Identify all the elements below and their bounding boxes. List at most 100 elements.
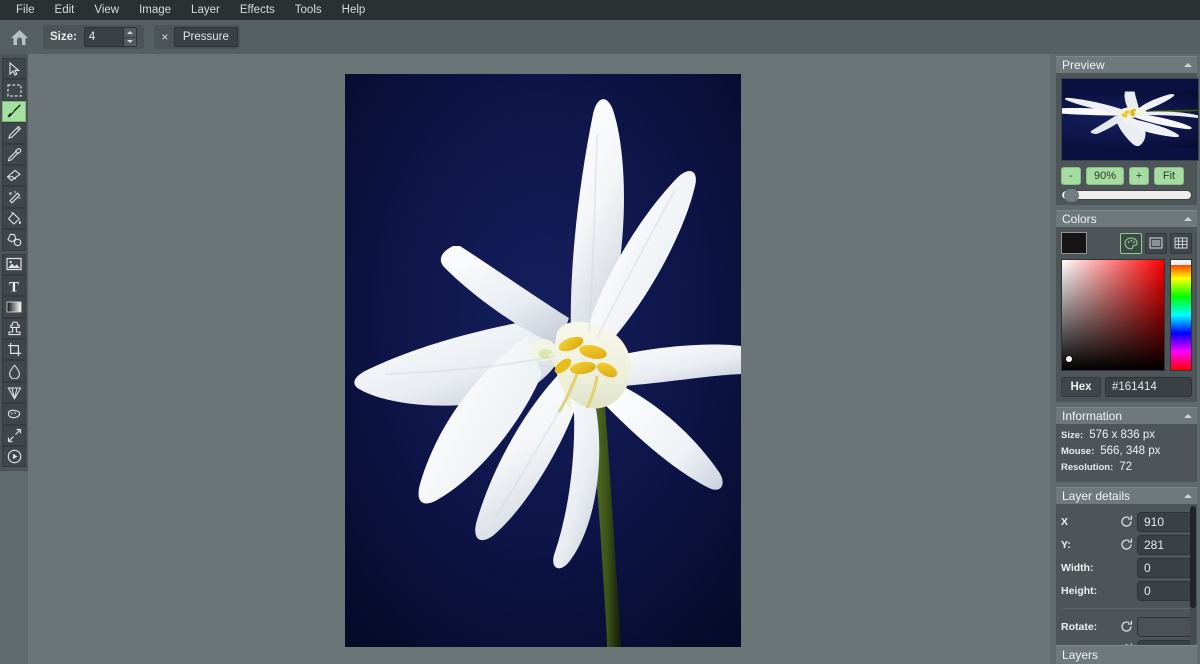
preview-thumbnail[interactable] bbox=[1061, 78, 1199, 161]
close-icon[interactable]: × bbox=[156, 27, 174, 47]
zoom-in-button[interactable]: + bbox=[1129, 167, 1149, 185]
hue-strip[interactable] bbox=[1170, 259, 1192, 371]
chevron-up-icon[interactable] bbox=[1184, 494, 1192, 498]
mouse-value: 566, 348 px bbox=[1100, 445, 1160, 457]
width-input[interactable]: 0 bbox=[1137, 558, 1192, 578]
menu-view[interactable]: View bbox=[84, 0, 129, 20]
menu-tools[interactable]: Tools bbox=[285, 0, 332, 20]
width-label: Width: bbox=[1061, 562, 1115, 574]
size-spinner[interactable] bbox=[123, 28, 136, 46]
blur-droplet-tool[interactable] bbox=[2, 360, 26, 381]
menu-help[interactable]: Help bbox=[332, 0, 376, 20]
record-tool[interactable] bbox=[2, 446, 26, 467]
menu-edit[interactable]: Edit bbox=[45, 0, 85, 20]
crop-icon bbox=[7, 342, 22, 357]
layers-panel-header[interactable]: Layers bbox=[1056, 645, 1197, 664]
gradient-tool[interactable] bbox=[2, 296, 26, 317]
sv-selector-handle[interactable] bbox=[1066, 356, 1072, 362]
size-input[interactable] bbox=[85, 28, 123, 46]
colors-panel-header[interactable]: Colors bbox=[1056, 210, 1197, 227]
layer-row-x: X 910 bbox=[1061, 510, 1192, 533]
paint-bucket-tool[interactable] bbox=[2, 208, 26, 229]
menu-layer[interactable]: Layer bbox=[181, 0, 230, 20]
size-increment-button[interactable] bbox=[124, 28, 136, 38]
information-panel-header[interactable]: Information bbox=[1056, 407, 1197, 424]
paintbrush-tool[interactable] bbox=[2, 101, 26, 122]
zoom-level-value[interactable]: 90% bbox=[1086, 167, 1124, 185]
preview-panel-body: - 90% + Fit bbox=[1056, 73, 1197, 205]
x-input[interactable]: 910 bbox=[1137, 512, 1192, 532]
resize-tool[interactable] bbox=[2, 425, 26, 446]
zoom-controls: - 90% + Fit bbox=[1061, 167, 1192, 185]
clone-stamp-tool[interactable] bbox=[2, 318, 26, 339]
sliders-mode-button[interactable] bbox=[1145, 233, 1167, 254]
layer-details-title: Layer details bbox=[1062, 489, 1130, 503]
chevron-up-icon[interactable] bbox=[1184, 414, 1192, 418]
zoom-slider[interactable] bbox=[1061, 190, 1192, 200]
gem-icon bbox=[7, 386, 22, 400]
menu-effects[interactable]: Effects bbox=[230, 0, 285, 20]
zoom-out-button[interactable]: - bbox=[1061, 167, 1081, 185]
pencil-tool[interactable] bbox=[2, 122, 26, 143]
preview-lily-photo bbox=[1062, 79, 1198, 160]
saturation-value-box[interactable] bbox=[1061, 259, 1165, 371]
size-decrement-button[interactable] bbox=[124, 38, 136, 47]
preview-panel-header[interactable]: Preview bbox=[1056, 56, 1197, 73]
information-title: Information bbox=[1062, 409, 1122, 423]
layer-details-panel-header[interactable]: Layer details bbox=[1056, 487, 1197, 504]
rectangle-select-tool[interactable] bbox=[2, 79, 26, 100]
height-input[interactable]: 0 bbox=[1137, 581, 1192, 601]
grid-mode-button[interactable] bbox=[1170, 233, 1192, 254]
menu-image[interactable]: Image bbox=[129, 0, 181, 20]
x-reset-button[interactable] bbox=[1115, 515, 1137, 528]
image-canvas[interactable] bbox=[345, 74, 741, 647]
chevron-up-icon[interactable] bbox=[1184, 63, 1192, 67]
magic-wand-tool[interactable] bbox=[2, 186, 26, 207]
rotate-reset-button[interactable] bbox=[1115, 620, 1137, 633]
play-circle-icon bbox=[7, 449, 22, 464]
layer-details-scrollbar-thumb[interactable] bbox=[1190, 506, 1196, 608]
magic-wand-icon bbox=[7, 190, 22, 205]
layer-details-body: X 910 Y: 281 Width: 0 bbox=[1056, 504, 1197, 664]
palette-mode-button[interactable] bbox=[1120, 233, 1142, 254]
information-panel-body: Size: 576 x 836 px Mouse: 566, 348 px Re… bbox=[1056, 424, 1197, 482]
canvas-area[interactable] bbox=[28, 54, 1050, 664]
hex-input[interactable]: #161414 bbox=[1105, 377, 1192, 397]
eraser-tool[interactable] bbox=[2, 165, 26, 186]
pressure-button[interactable]: Pressure bbox=[174, 27, 238, 47]
menu-file[interactable]: File bbox=[6, 0, 45, 20]
zoom-slider-handle[interactable] bbox=[1064, 189, 1079, 202]
crop-tool[interactable] bbox=[2, 339, 26, 360]
pencil-icon bbox=[7, 125, 22, 140]
move-select-tool[interactable] bbox=[2, 58, 26, 79]
paintbrush-icon bbox=[6, 103, 22, 119]
shapes-icon bbox=[6, 233, 22, 247]
home-button[interactable] bbox=[3, 21, 35, 53]
chevron-up-icon[interactable] bbox=[1184, 217, 1192, 221]
paint-bucket-icon bbox=[7, 211, 22, 226]
rotate-input[interactable] bbox=[1137, 617, 1192, 637]
size-field[interactable] bbox=[84, 27, 137, 47]
grid-icon bbox=[1174, 237, 1188, 249]
resolution-key: Resolution: bbox=[1061, 462, 1113, 473]
image-tool[interactable] bbox=[2, 254, 26, 275]
color-picker-tool[interactable] bbox=[2, 144, 26, 165]
hex-row: Hex #161414 bbox=[1061, 377, 1192, 397]
info-row-mouse: Mouse: 566, 348 px bbox=[1061, 445, 1192, 457]
text-tool[interactable]: T bbox=[2, 275, 26, 296]
image-icon bbox=[6, 257, 22, 271]
tool-options-bar: Size: × Pressure bbox=[0, 20, 1200, 54]
sliders-icon bbox=[1149, 237, 1163, 249]
colors-panel-body: Hex #161414 bbox=[1056, 227, 1197, 402]
gem-tool[interactable] bbox=[2, 382, 26, 403]
hue-selector-handle[interactable] bbox=[1171, 260, 1191, 265]
zoom-fit-button[interactable]: Fit bbox=[1154, 167, 1184, 185]
color-mode-buttons bbox=[1120, 233, 1192, 254]
shapes-tool[interactable] bbox=[2, 229, 26, 250]
primary-color-swatch[interactable] bbox=[1061, 232, 1087, 254]
sponge-tool[interactable] bbox=[2, 403, 26, 424]
color-picker-row bbox=[1061, 259, 1192, 371]
y-input[interactable]: 281 bbox=[1137, 535, 1192, 555]
info-row-size: Size: 576 x 836 px bbox=[1061, 429, 1192, 441]
y-reset-button[interactable] bbox=[1115, 538, 1137, 551]
